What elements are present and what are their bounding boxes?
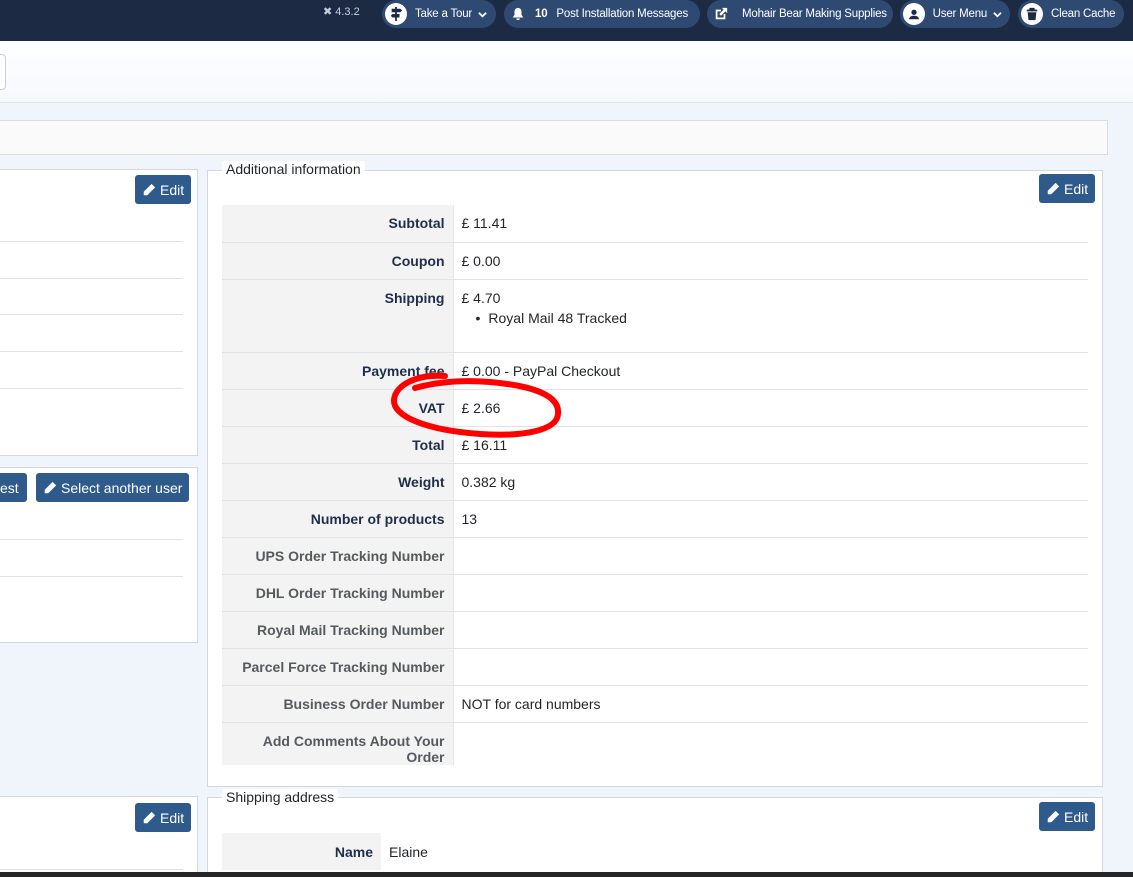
shipping-method-list: Royal Mail 48 Tracked	[476, 310, 1081, 326]
view-site-button[interactable]: Mohair Bear Making Supplies	[707, 0, 893, 28]
bell-icon	[507, 3, 529, 25]
pencil-icon	[44, 481, 57, 493]
row-key: VAT	[222, 389, 454, 427]
row-key: Name	[222, 833, 381, 870]
pencil-icon	[143, 811, 156, 823]
pencil-icon	[143, 183, 156, 195]
row-value	[453, 574, 1088, 612]
take-tour-button[interactable]: Take a Tour	[382, 0, 496, 28]
row-key: Payment fee	[222, 352, 454, 390]
select-another-user-button[interactable]: Select another user	[36, 473, 190, 502]
row-value	[453, 722, 1088, 765]
edit-additional-information-button[interactable]: Edit	[1039, 174, 1096, 203]
left-panel-customer: est Select another user	[0, 467, 198, 643]
edit-shipping-address-button[interactable]: Edit	[1039, 802, 1096, 831]
window-bottom-edge	[0, 872, 1133, 877]
row-value: 0.382 kg	[453, 463, 1088, 501]
row-key: Parcel Force Tracking Number	[222, 648, 454, 686]
pencil-icon	[1047, 182, 1060, 194]
row-value	[453, 611, 1088, 649]
row-key: Subtotal	[222, 205, 454, 243]
edit-button-left-bottom[interactable]: Edit	[135, 803, 192, 832]
divider	[0, 576, 183, 577]
row-value	[453, 537, 1088, 575]
table-row: Total £ 16.11	[222, 426, 1088, 464]
row-key: DHL Order Tracking Number	[222, 574, 454, 612]
joomla-logo-icon: ✖	[323, 6, 333, 18]
user-menu-button[interactable]: User Menu	[900, 0, 1010, 28]
row-key: Number of products	[222, 500, 454, 538]
edit-button-left-top[interactable]: Edit	[135, 175, 192, 204]
left-panel-bottom: Edit	[0, 796, 198, 877]
user-icon	[903, 3, 925, 25]
divider	[0, 314, 183, 315]
chevron-down-icon	[478, 11, 487, 18]
table-row: Royal Mail Tracking Number	[222, 611, 1088, 649]
row-value: £ 11.41	[453, 205, 1088, 243]
table-row: Weight 0.382 kg	[222, 463, 1088, 501]
row-value: NOT for card numbers	[453, 685, 1088, 723]
row-value: £ 4.70 Royal Mail 48 Tracked	[453, 279, 1088, 353]
table-row: Subtotal £ 11.41	[222, 205, 1088, 243]
guest-button[interactable]: est	[0, 473, 27, 502]
row-value: £ 0.00	[453, 242, 1088, 280]
divider	[0, 351, 183, 352]
row-value: £ 2.66	[453, 389, 1088, 427]
row-key: Coupon	[222, 242, 454, 280]
row-key: Add Comments About Your Order	[222, 722, 454, 765]
notification-count: 10	[535, 8, 548, 20]
table-row: Parcel Force Tracking Number	[222, 648, 1088, 686]
row-value: Elaine	[389, 843, 428, 860]
trash-icon	[1021, 3, 1043, 25]
table-row: Add Comments About Your Order	[222, 722, 1088, 765]
additional-information-legend: Additional information	[222, 161, 365, 177]
row-value: 13	[453, 500, 1088, 538]
table-row: VAT £ 2.66	[222, 389, 1088, 427]
table-row: Number of products 13	[222, 500, 1088, 538]
additional-information-table: Subtotal £ 11.41 Coupon £ 0.00 Shipping …	[222, 205, 1088, 765]
divider	[0, 278, 183, 279]
divider	[0, 388, 183, 389]
order-header-strip	[0, 120, 1108, 155]
toolbar-button-stub[interactable]	[0, 54, 6, 90]
clean-cache-button[interactable]: Clean Cache	[1018, 0, 1124, 28]
row-key: Total	[222, 426, 454, 464]
table-row: DHL Order Tracking Number	[222, 574, 1088, 612]
row-key: UPS Order Tracking Number	[222, 537, 454, 575]
divider	[0, 539, 183, 540]
pencil-icon	[1047, 810, 1060, 822]
toolbar-area	[0, 41, 1133, 103]
table-row: Name Elaine	[222, 833, 1088, 870]
external-link-icon	[710, 3, 732, 25]
row-key: Shipping	[222, 279, 454, 353]
row-value	[453, 648, 1088, 686]
joomla-version: ✖ 4.3.2	[323, 5, 360, 19]
chevron-down-icon	[993, 11, 1002, 18]
signpost-icon	[385, 3, 407, 25]
table-row: Coupon £ 0.00	[222, 242, 1088, 280]
divider	[0, 869, 183, 870]
table-row: Payment fee £ 0.00 - PayPal Checkout	[222, 352, 1088, 390]
list-item: Royal Mail 48 Tracked	[476, 310, 1081, 326]
row-key: Business Order Number	[222, 685, 454, 723]
admin-topbar: ✖ 4.3.2 Take a Tour 10 Post Installation…	[0, 0, 1133, 41]
row-key: Weight	[222, 463, 454, 501]
table-row: Shipping £ 4.70 Royal Mail 48 Tracked	[222, 279, 1088, 353]
row-value: £ 16.11	[453, 426, 1088, 464]
row-value: £ 0.00 - PayPal Checkout	[453, 352, 1088, 390]
shipping-address-legend: Shipping address	[222, 789, 339, 805]
table-row: UPS Order Tracking Number	[222, 537, 1088, 575]
left-panel-top: Edit	[0, 169, 198, 456]
shipping-address-table: Name Elaine	[222, 833, 1088, 870]
divider	[0, 241, 183, 242]
post-installation-messages-button[interactable]: 10 Post Installation Messages	[504, 0, 700, 28]
row-key: Royal Mail Tracking Number	[222, 611, 454, 649]
table-row: Business Order Number NOT for card numbe…	[222, 685, 1088, 723]
